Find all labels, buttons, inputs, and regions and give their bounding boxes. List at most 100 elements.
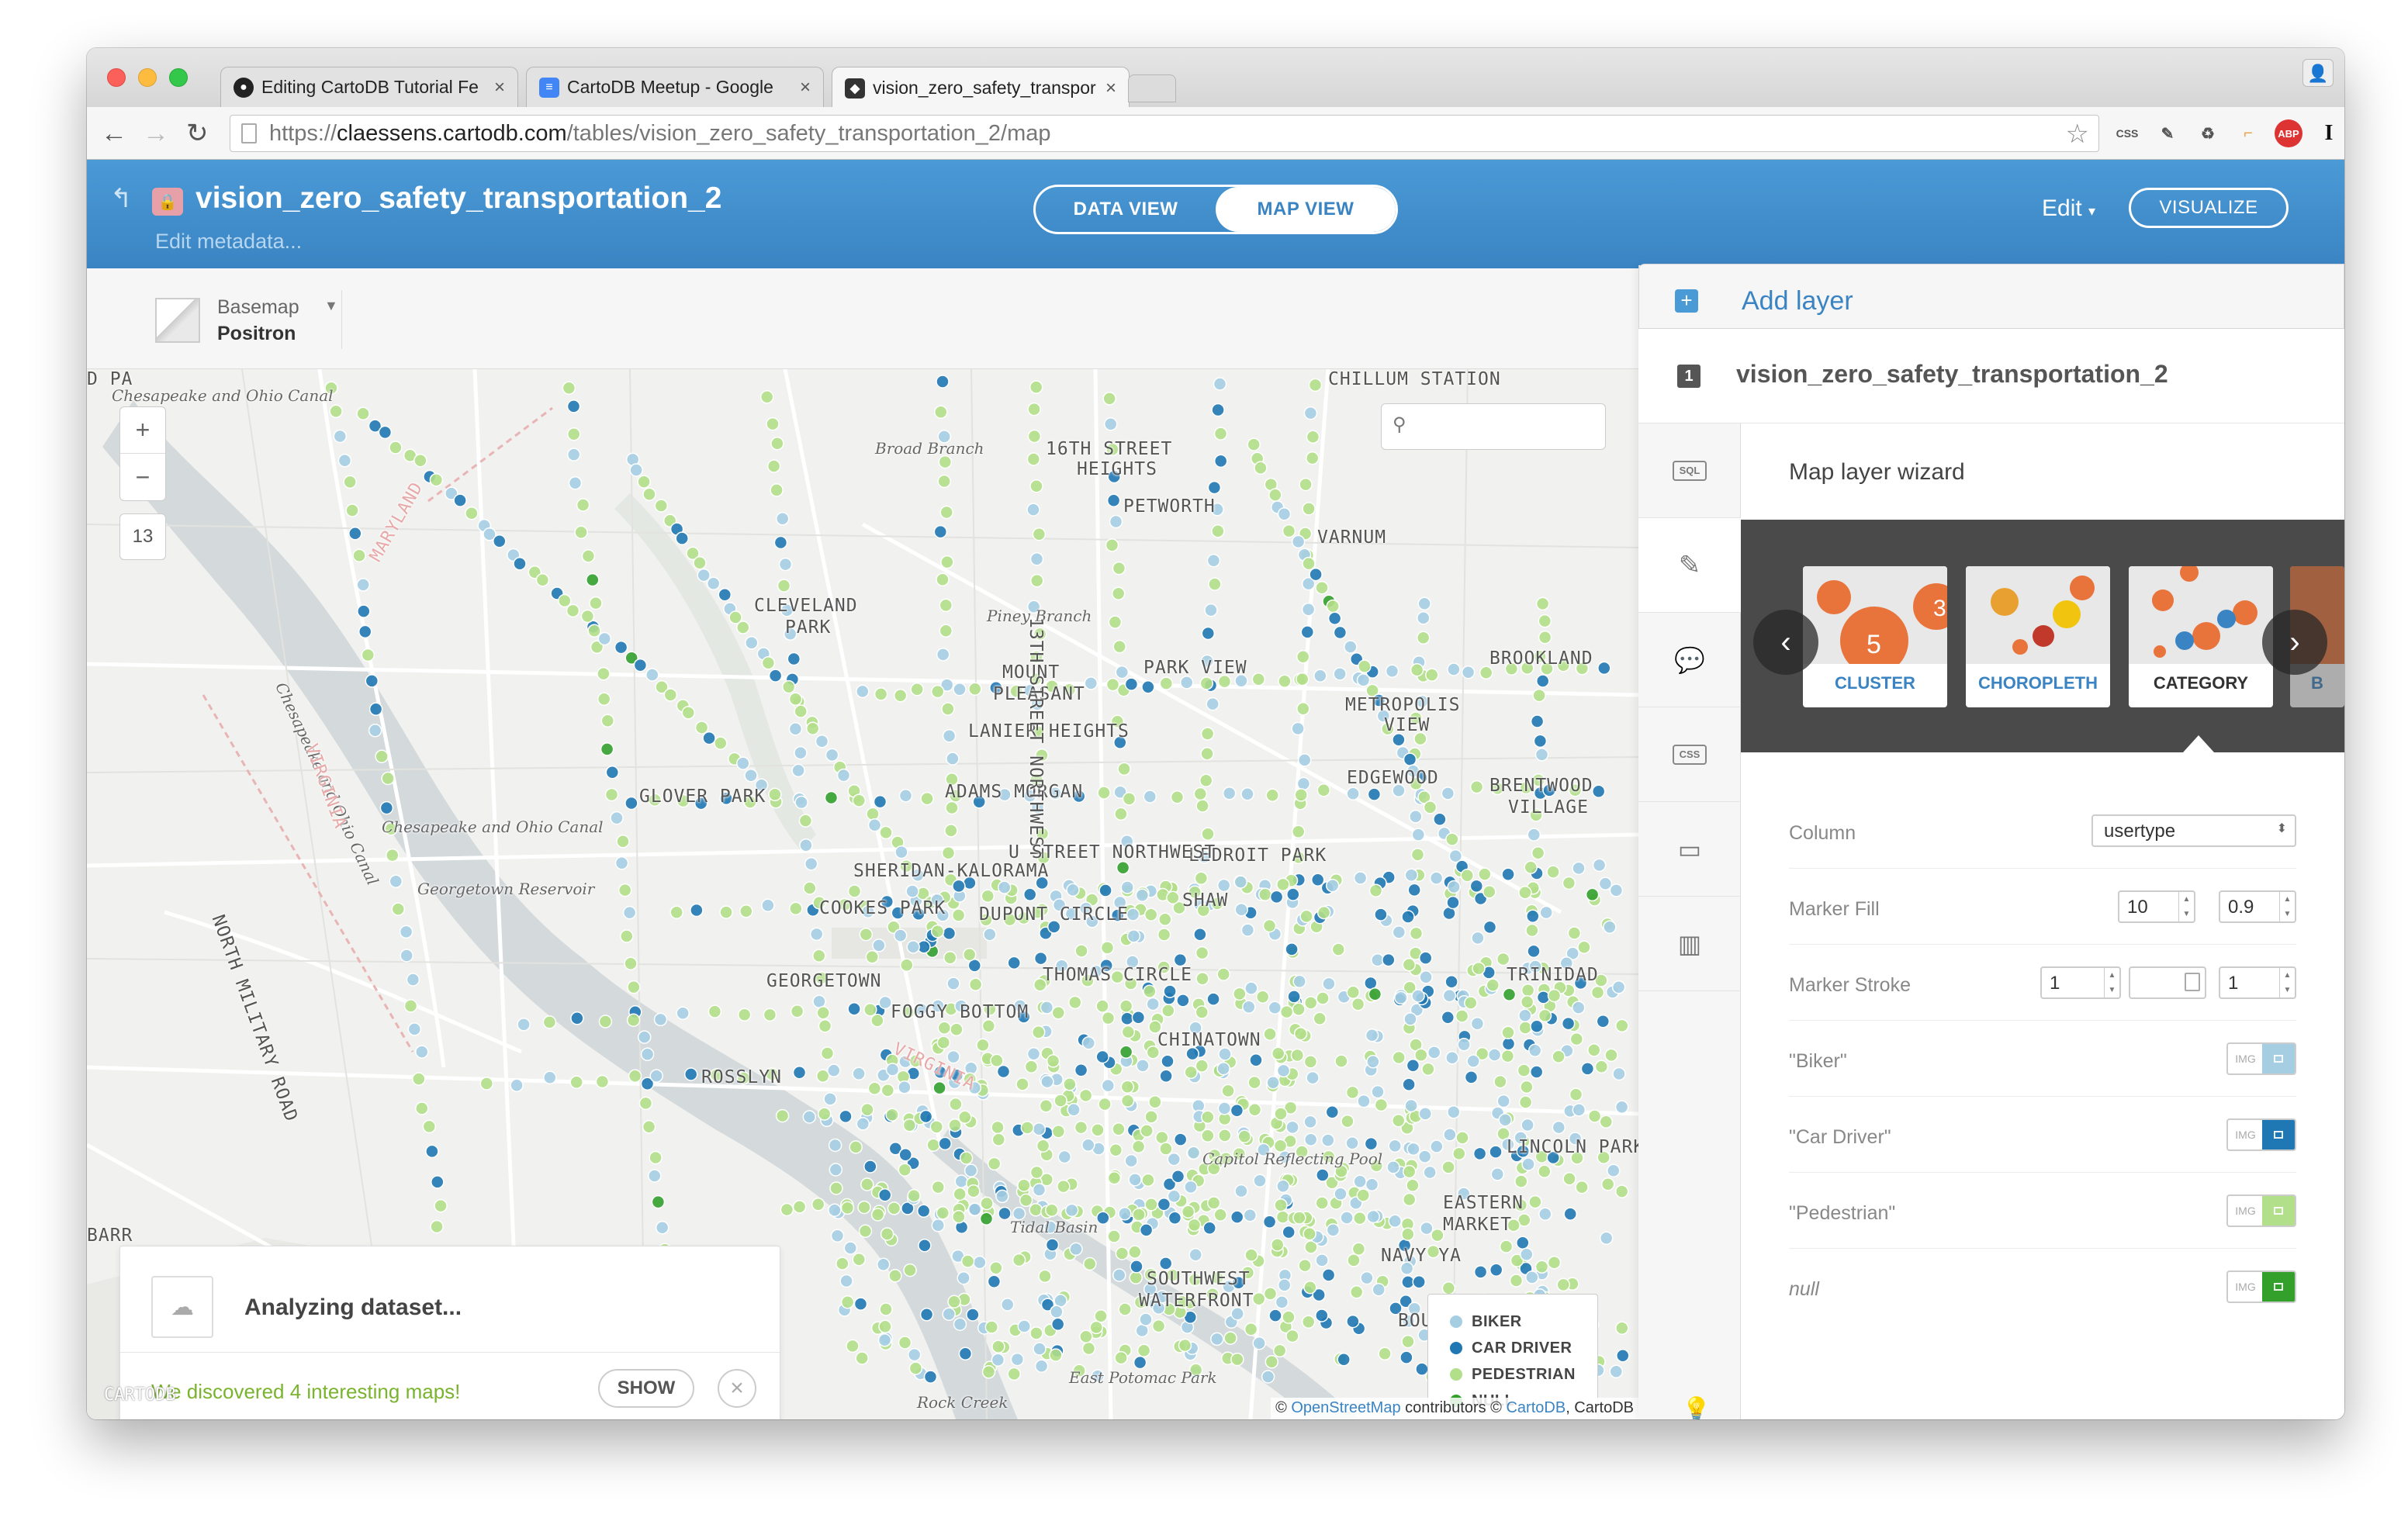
crash-point[interactable] bbox=[1252, 1336, 1266, 1350]
crash-point[interactable] bbox=[828, 1138, 842, 1153]
crash-point[interactable] bbox=[987, 1274, 1002, 1288]
category-type-card[interactable]: CATEGORY bbox=[2129, 566, 2273, 707]
crash-point[interactable] bbox=[991, 1132, 1006, 1147]
crash-point[interactable] bbox=[1247, 437, 1261, 451]
crash-point[interactable] bbox=[1121, 1025, 1136, 1039]
crash-point[interactable] bbox=[1615, 1321, 1629, 1336]
crash-point[interactable] bbox=[1034, 1359, 1049, 1373]
crash-point[interactable] bbox=[1472, 961, 1486, 976]
crash-point[interactable] bbox=[936, 648, 950, 662]
crash-point[interactable] bbox=[1521, 1118, 1534, 1132]
crash-point[interactable] bbox=[843, 1241, 858, 1255]
crash-point[interactable] bbox=[1334, 1054, 1348, 1068]
crash-point[interactable] bbox=[1306, 430, 1320, 444]
crash-point[interactable] bbox=[879, 1302, 893, 1316]
crash-point[interactable] bbox=[406, 973, 420, 987]
crash-point[interactable] bbox=[1135, 1323, 1149, 1338]
table-name[interactable]: vision_zero_safety_transportation_2 bbox=[195, 181, 721, 216]
crash-point[interactable] bbox=[1331, 942, 1346, 956]
crash-point[interactable] bbox=[1133, 1355, 1147, 1370]
crash-point[interactable] bbox=[1371, 1084, 1385, 1099]
crash-point[interactable] bbox=[1403, 752, 1417, 766]
crash-point[interactable] bbox=[1527, 1043, 1542, 1058]
crash-point[interactable] bbox=[1118, 1302, 1132, 1316]
crash-point[interactable] bbox=[510, 1078, 524, 1093]
crash-point[interactable] bbox=[1026, 452, 1041, 466]
crash-point[interactable] bbox=[1119, 1045, 1133, 1060]
crash-point[interactable] bbox=[1447, 1105, 1461, 1119]
crash-point[interactable] bbox=[1195, 799, 1209, 813]
crash-point[interactable] bbox=[847, 1002, 861, 1016]
crash-point[interactable] bbox=[1520, 1080, 1534, 1094]
crash-point[interactable] bbox=[1315, 1253, 1329, 1267]
crash-point[interactable] bbox=[566, 399, 581, 413]
crash-point[interactable] bbox=[933, 524, 948, 539]
crash-point[interactable] bbox=[1119, 999, 1133, 1013]
crash-point[interactable] bbox=[702, 731, 716, 745]
crash-point[interactable] bbox=[1406, 1142, 1420, 1156]
img-picker-label[interactable]: IMG bbox=[2228, 1196, 2264, 1226]
crash-point[interactable] bbox=[718, 587, 732, 602]
column-select[interactable]: usertype ⬍ bbox=[2091, 814, 2296, 847]
crash-point[interactable] bbox=[1161, 1004, 1175, 1018]
crash-point[interactable] bbox=[1167, 1189, 1182, 1204]
legend-tab[interactable]: ▭ bbox=[1638, 802, 1741, 897]
crash-point[interactable] bbox=[1251, 1291, 1266, 1306]
crash-point[interactable] bbox=[1032, 1122, 1047, 1136]
crash-point[interactable] bbox=[1401, 1227, 1415, 1241]
crash-point[interactable] bbox=[1057, 1149, 1072, 1164]
crash-point[interactable] bbox=[1360, 1270, 1374, 1285]
crash-point[interactable] bbox=[1538, 1164, 1552, 1179]
crash-point[interactable] bbox=[624, 796, 638, 811]
crash-point[interactable] bbox=[1599, 1115, 1614, 1129]
crash-point[interactable] bbox=[778, 557, 793, 572]
crash-point[interactable] bbox=[1120, 1080, 1135, 1094]
crash-point[interactable] bbox=[1216, 967, 1230, 981]
crash-point[interactable] bbox=[791, 763, 805, 778]
crash-point[interactable] bbox=[1103, 417, 1118, 431]
crash-point[interactable] bbox=[1012, 1253, 1026, 1267]
crash-point[interactable] bbox=[638, 1096, 653, 1111]
crash-point[interactable] bbox=[1590, 985, 1605, 1000]
crash-point[interactable] bbox=[1591, 784, 1606, 798]
crash-point[interactable] bbox=[937, 1021, 952, 1035]
crash-point[interactable] bbox=[1394, 990, 1408, 1005]
crash-point[interactable] bbox=[1194, 871, 1209, 885]
crash-point[interactable] bbox=[790, 1004, 804, 1018]
crash-point[interactable] bbox=[1493, 1074, 1507, 1089]
crash-point[interactable] bbox=[770, 437, 784, 451]
crash-point[interactable] bbox=[513, 557, 527, 571]
crash-point[interactable] bbox=[1074, 1120, 1088, 1135]
crash-point[interactable] bbox=[429, 472, 444, 487]
crash-point[interactable] bbox=[1321, 1268, 1336, 1282]
crash-point[interactable] bbox=[1069, 1242, 1083, 1257]
crash-point[interactable] bbox=[1117, 762, 1131, 776]
crash-point[interactable] bbox=[852, 793, 867, 807]
crash-point[interactable] bbox=[1173, 1132, 1188, 1146]
crash-point[interactable] bbox=[1406, 1059, 1420, 1073]
crash-point[interactable] bbox=[415, 1101, 429, 1115]
crash-point[interactable] bbox=[1135, 888, 1150, 903]
crash-point[interactable] bbox=[939, 624, 953, 638]
instapaper-extension-icon[interactable]: I bbox=[2315, 119, 2343, 147]
crash-point[interactable] bbox=[352, 548, 366, 562]
crash-point[interactable] bbox=[1208, 577, 1222, 591]
crash-point[interactable] bbox=[1130, 1260, 1143, 1274]
crash-point[interactable] bbox=[788, 722, 803, 736]
crash-point[interactable] bbox=[1547, 1255, 1562, 1270]
stepper-icon[interactable]: ▲ ▼ bbox=[2178, 892, 2194, 921]
crash-point[interactable] bbox=[566, 427, 581, 441]
crash-point[interactable] bbox=[681, 706, 696, 720]
crash-point[interactable] bbox=[932, 1080, 946, 1095]
color-swatch[interactable] bbox=[2262, 1120, 2295, 1149]
crash-point[interactable] bbox=[1244, 981, 1258, 995]
crash-point[interactable] bbox=[951, 908, 966, 922]
crash-point[interactable] bbox=[1258, 887, 1272, 902]
crash-point[interactable] bbox=[1427, 1046, 1441, 1060]
crash-point[interactable] bbox=[1353, 1211, 1367, 1226]
stepper-icon[interactable]: ▲ ▼ bbox=[2279, 968, 2295, 997]
crash-point[interactable] bbox=[1409, 926, 1424, 941]
crash-point[interactable] bbox=[945, 800, 959, 815]
crash-point[interactable] bbox=[1141, 679, 1155, 694]
crash-point[interactable] bbox=[1501, 1025, 1515, 1039]
